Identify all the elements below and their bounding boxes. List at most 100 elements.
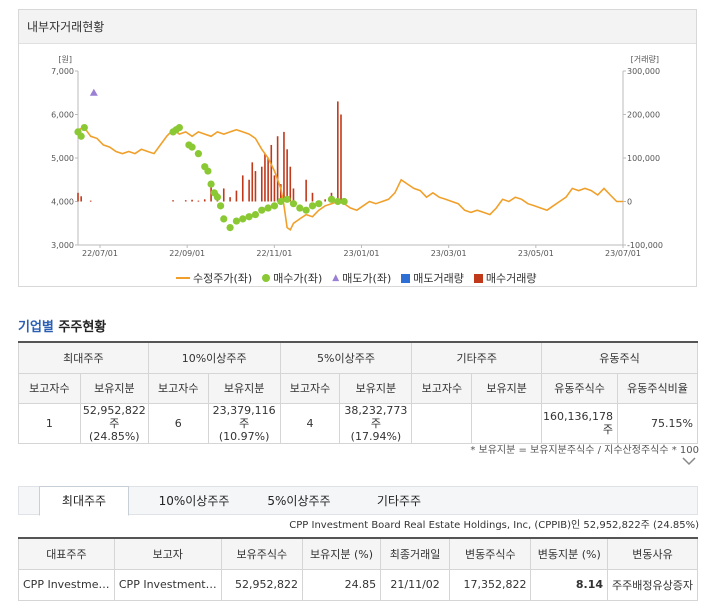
cell: 8.14 (530, 568, 608, 601)
buy-price-point (251, 210, 260, 219)
buy-volume-bar (305, 179, 307, 202)
chevron-down-icon[interactable] (682, 456, 696, 466)
cell (411, 402, 473, 444)
buy-price-point (340, 197, 348, 206)
buy-price-point (308, 202, 317, 210)
cell: 21/11/02 (380, 568, 451, 601)
buy-volume-bar (172, 200, 174, 202)
buy-volume-bar (286, 149, 288, 202)
table-row: CPP Investme… CPP Investment… 52,952,822… (18, 568, 698, 601)
chart-legend: 수정주가(좌) 매수가(좌) ▲ 매도가(좌) 매도거래량 매수거래량 (176, 270, 536, 286)
buy-volume-bar (273, 175, 276, 202)
section-title: 기업별 주주현황 (18, 320, 107, 335)
buy-price-point (296, 204, 304, 212)
table-row: 1 52,952,822주 (24.85%) 6 23,379,116주 (10.9… (18, 402, 698, 444)
tab-5pct-shareholder[interactable]: 5%이상주주 (251, 487, 347, 515)
cell: 주주배정유상증자 (607, 568, 698, 601)
buy-volume-bar (283, 131, 285, 202)
cell: 1 (18, 402, 81, 444)
triangle-swatch-icon: ▲ (332, 273, 340, 283)
legend-sell-price: ▲ 매도가(좌) (332, 272, 392, 285)
tab-10pct-shareholder[interactable]: 10%이상주주 (144, 487, 244, 515)
buy-volume-bar (324, 199, 326, 202)
blue-square-icon (401, 273, 411, 283)
buy-volume-bar (260, 166, 263, 202)
buy-volume-bar (235, 190, 238, 202)
cell: 6 (147, 402, 209, 444)
dot-swatch-icon (262, 274, 271, 282)
reporter-cell[interactable]: CPP Investment… (113, 568, 222, 601)
buy-volume-bar (311, 192, 314, 202)
buy-volume-bar (289, 166, 292, 202)
buy-price-point (258, 206, 266, 214)
buy-price-point (226, 224, 234, 232)
y-left-unit: [원] (58, 55, 72, 64)
legend-buy-price: 매수가(좌) (262, 270, 322, 286)
buy-volume-bar (264, 153, 266, 202)
shareholder-summary-table: 최대주주 10%이상주주 5%이상주주 기타주주 유동주식 보고자수 보유지분 … (18, 341, 698, 444)
legend-buy-volume: 매수거래량 (473, 270, 536, 286)
y-right-tick-label: 100,000 (627, 154, 660, 163)
y-left-tick-label: 7,000 (51, 67, 74, 76)
group-header: 5%이상주주 (279, 341, 413, 374)
buy-price-point (239, 215, 247, 223)
cell: 75.15% (617, 402, 698, 444)
buy-price-point (80, 123, 88, 132)
subheader: 유동주식비율 (617, 372, 698, 404)
subheader: 보유지분 (471, 372, 543, 404)
holder-info: CPP Investment Board Real Estate Holding… (289, 520, 699, 531)
buy-volume-bar (80, 196, 82, 202)
column-header: 보유지분 (%) (301, 537, 382, 570)
tab-other-shareholder[interactable]: 기타주주 (359, 487, 439, 515)
group-header: 기타주주 (411, 341, 543, 374)
legend-price: 수정주가(좌) (176, 270, 252, 286)
buy-volume-bar (270, 144, 273, 202)
buy-price-point (194, 150, 203, 158)
x-tick-label: 22/09/01 (169, 249, 205, 258)
subheader: 보고자수 (411, 372, 473, 404)
buy-price-point (302, 206, 310, 214)
representative-holder-cell[interactable]: CPP Investme… (18, 568, 115, 601)
buy-price-point (283, 195, 291, 203)
subheader: 보고자수 (18, 372, 81, 404)
legend-sell-volume: 매도거래량 (401, 270, 464, 286)
cell: 160,136,178주 (541, 402, 619, 444)
x-tick-label: 22/11/01 (256, 249, 292, 258)
cell: 52,952,822주 (24.85%) (79, 402, 149, 444)
buy-price-point (245, 213, 253, 221)
buy-price-point (220, 215, 228, 223)
subheader: 유동주식수 (541, 372, 619, 404)
red-square-icon (473, 273, 483, 283)
buy-price-point (334, 197, 342, 206)
tab-largest-shareholder[interactable]: 최대주주 (39, 486, 129, 516)
y-right-tick-label: 200,000 (627, 111, 660, 120)
buy-price-point (175, 123, 183, 132)
group-header: 유동주식 (541, 341, 698, 374)
subheader: 보고자수 (279, 372, 341, 404)
buy-volume-bar (184, 200, 187, 202)
cell: 23,379,116주 (10.97%) (207, 402, 281, 444)
x-tick-label: 22/07/01 (82, 249, 118, 258)
line-swatch-icon (176, 277, 190, 279)
group-header: 최대주주 (18, 341, 149, 374)
buy-volume-bar (276, 136, 279, 202)
buy-price-point (77, 132, 85, 140)
column-header: 변동지분 (%) (530, 537, 608, 570)
y-left-tick-label: 5,000 (51, 154, 74, 163)
buy-price-point (264, 204, 272, 212)
buy-volume-bar (251, 162, 254, 202)
y-right-unit: [거래량] (631, 54, 659, 64)
buy-price-point (207, 180, 215, 188)
column-header: 변동사유 (607, 537, 698, 570)
buy-price-point (277, 197, 285, 206)
subheader: 보고자수 (147, 372, 209, 404)
buy-price-point (204, 167, 212, 175)
buy-price-point (216, 202, 225, 210)
buy-volume-bar (337, 101, 339, 202)
buy-price-point (232, 217, 241, 225)
shareholder-tabs: 최대주주 10%이상주주 5%이상주주 기타주주 (18, 486, 698, 516)
column-header: 변동주식수 (449, 537, 532, 570)
buy-volume-bar (340, 114, 342, 202)
y-left-tick-label: 3,000 (51, 241, 74, 250)
column-header: 대표주주 (18, 537, 115, 570)
